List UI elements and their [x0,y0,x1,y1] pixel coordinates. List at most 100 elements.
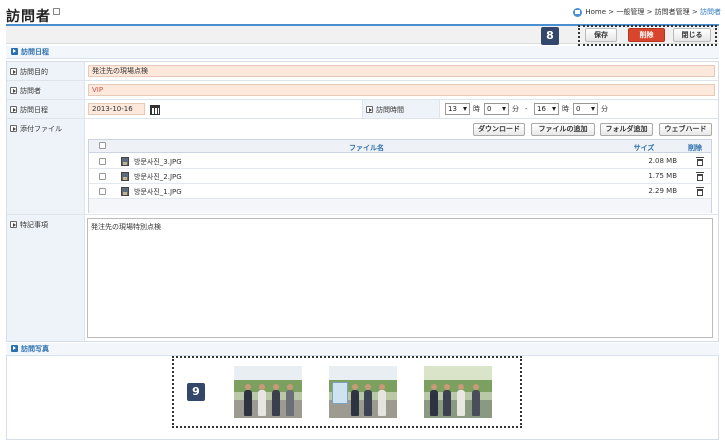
visitor-input[interactable]: VIP [88,84,715,96]
end-minute-select[interactable]: 0 [573,103,598,115]
row-arrow-icon [10,105,17,113]
file-size: 2.29 MB [648,187,677,195]
chevron-down-icon [552,107,556,111]
close-button[interactable]: 閉じる [673,28,711,42]
notes-textarea[interactable]: 発注先の現場特別点検 [87,218,713,338]
row-checkbox[interactable] [99,158,106,165]
trash-icon[interactable] [696,172,704,181]
section-visit-photos-label: 訪問写真 [21,345,49,353]
hour-unit-label: 時 [562,105,569,113]
photo-person-head [273,384,279,390]
row-arrow-icon [10,86,17,94]
trash-icon[interactable] [696,157,704,166]
row-arrow-icon [10,67,17,75]
chevron-down-icon [463,107,467,111]
image-file-icon [121,172,129,181]
end-hour-select[interactable]: 16 [534,103,559,115]
photo-person [286,390,294,416]
photo-person-head [352,384,358,390]
image-file-icon [121,187,129,196]
callout-marker-9: 9 [187,383,205,401]
file-name[interactable]: 방문사진_2.JPG [134,172,182,182]
date-input[interactable]: 2013-10-16 [88,103,145,115]
row-purpose: 訪問目的 発注先の現場点検 [7,62,718,81]
photo-person-head [365,384,371,390]
row-arrow-icon [10,124,17,132]
file-size: 1.75 MB [648,172,677,180]
breadcrumb: Home > 一般管理 > 訪問者管理 > 訪問者 [573,7,721,17]
add-folder-button[interactable]: フォルダ追加 [600,123,653,136]
row-checkbox[interactable] [99,173,106,180]
row-checkbox[interactable] [99,188,106,195]
visit-photo-1[interactable] [234,366,302,418]
purpose-input[interactable]: 発注先の現場点検 [88,65,715,77]
save-button[interactable]: 保存 [585,28,617,42]
column-file-name[interactable]: ファイル名 [89,143,644,153]
photo-person-head [287,384,293,390]
photo-signboard [332,382,348,404]
label-time: 訪問時間 [362,100,440,118]
photo-person [443,390,451,416]
file-size: 2.08 MB [648,157,677,165]
label-purpose-text: 訪問目的 [20,68,48,76]
row-arrow-icon [366,105,373,113]
file-table-header: ファイル名 サイズ 削除 [89,140,711,153]
photo-person-head [458,384,464,390]
page-title-text: 訪問者 [6,9,51,25]
photo-person-head [245,384,251,390]
column-delete: 削除 [688,144,702,152]
photo-person [472,390,480,416]
label-notes: 特記事項 [7,215,85,341]
table-row[interactable]: 방문사진_1.JPG 2.29 MB [89,184,711,199]
start-minute-select[interactable]: 0 [484,103,509,115]
column-size[interactable]: サイズ [614,143,674,153]
photo-person [430,390,438,416]
end-minute-value: 0 [576,105,581,113]
delete-button[interactable]: 削除 [628,28,665,42]
breadcrumb-level1[interactable]: 一般管理 [616,8,644,16]
page-title: 訪問者 [6,6,60,26]
image-file-icon [121,157,129,166]
add-file-button[interactable]: ファイルの追加 [531,123,595,136]
section-arrow-icon [11,344,18,352]
table-row[interactable]: 방문사진_3.JPG 2.08 MB [89,154,711,169]
photo-person-head [431,384,437,390]
file-name[interactable]: 방문사진_3.JPG [134,157,182,167]
breadcrumb-level2[interactable]: 訪問者管理 [655,8,690,16]
start-hour-select[interactable]: 13 [445,103,470,115]
webhard-button[interactable]: ウェブハード [659,123,712,136]
start-hour-value: 13 [448,105,457,113]
photo-person [351,390,359,416]
label-attachments-text: 添付ファイル [20,125,62,133]
label-attachments: 添付ファイル [7,119,85,214]
visit-photo-2[interactable] [329,366,397,418]
section-visit-schedule: 訪問日程 [6,46,719,59]
table-row[interactable]: 방문사진_2.JPG 1.75 MB [89,169,711,184]
trash-icon[interactable] [696,187,704,196]
file-table-footer [89,199,711,213]
label-notes-text: 特記事項 [20,221,48,229]
home-icon[interactable] [573,7,583,17]
section-visit-schedule-label: 訪問日程 [21,48,49,56]
label-visitor-text: 訪問者 [20,87,41,95]
callout-marker-8: 8 [541,27,559,45]
label-purpose: 訪問目的 [7,62,85,80]
breadcrumb-home[interactable]: Home [585,8,606,16]
end-hour-value: 16 [537,105,546,113]
row-visitor: 訪問者 VIP [7,81,718,100]
visit-photo-3[interactable] [424,366,492,418]
photo-person-head [473,384,479,390]
photo-person-head [259,384,265,390]
label-date-text: 訪問日程 [20,106,48,114]
hour-unit-label: 時 [473,105,480,113]
time-range-separator: - [525,105,528,113]
photo-person [272,390,280,416]
file-name[interactable]: 방문사진_1.JPG [134,187,182,197]
popout-icon[interactable] [53,8,60,15]
file-table: ファイル名 サイズ 削除 방문사진_3.JPG 2.08 MB 방문사진_2.JPG… [88,139,712,213]
download-button[interactable]: ダウンロード [473,123,525,136]
row-arrow-icon [10,220,17,228]
calendar-icon[interactable] [150,105,160,115]
photo-person [244,390,252,416]
breadcrumb-current: 訪問者 [700,8,721,16]
